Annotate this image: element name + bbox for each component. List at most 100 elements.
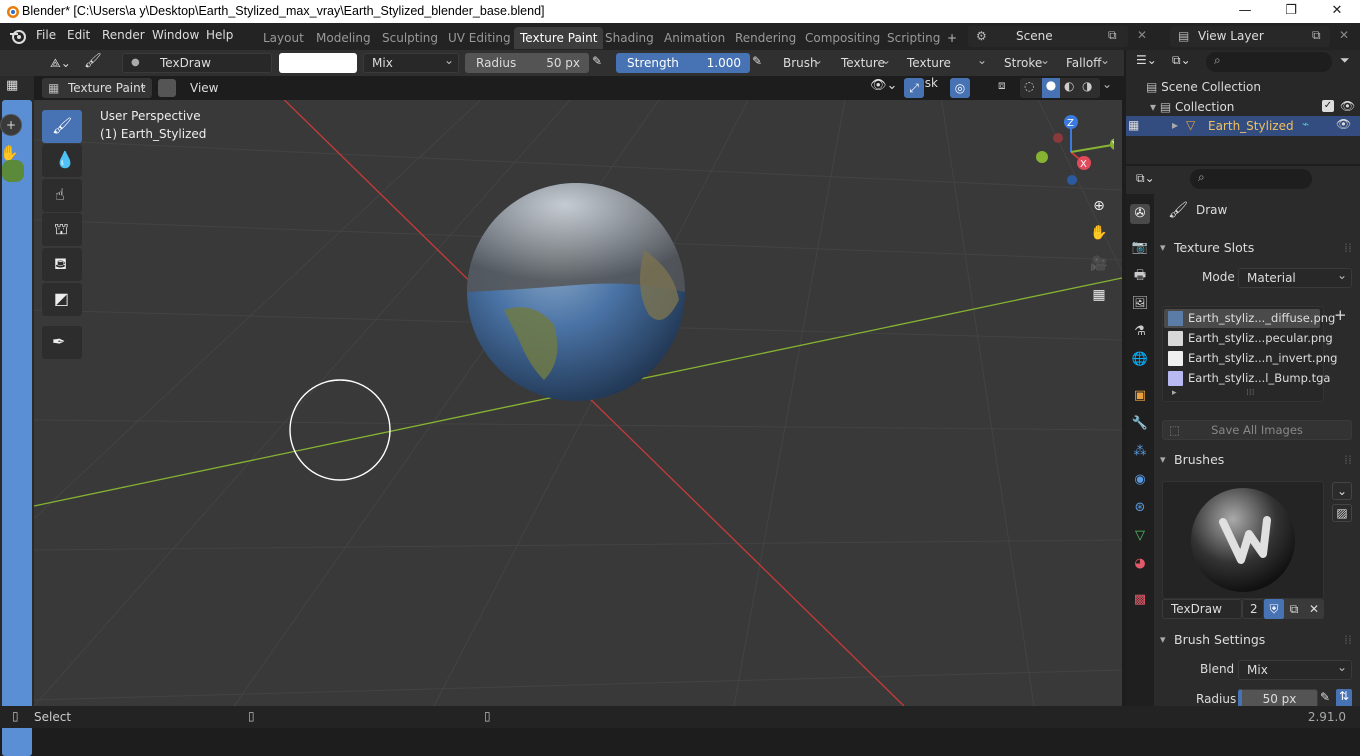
brush-settings-panel-header[interactable]: Brush Settings⁞⁞ — [1156, 629, 1360, 651]
tool-annotate[interactable]: ✒ — [42, 326, 82, 359]
tab-compositing[interactable]: Compositing — [799, 27, 886, 49]
view-menu[interactable]: View — [184, 78, 220, 98]
checker-icon[interactable]: ▦ — [6, 78, 26, 96]
close-button[interactable]: ✕ — [1314, 0, 1360, 23]
tab-sculpting[interactable]: Sculpting — [376, 27, 444, 49]
copy-scene-icon[interactable]: ⧉ — [1108, 28, 1117, 43]
texture-slot-row[interactable]: Earth_styliz..._diffuse.png — [1164, 309, 1335, 328]
pan-view-icon[interactable]: ✋ — [1088, 225, 1110, 247]
radius-slider[interactable]: Radius 50 px — [465, 53, 589, 73]
blender-menu-icon[interactable] — [9, 28, 27, 45]
add-slot-button[interactable]: + — [1334, 306, 1347, 324]
stroke-menu[interactable]: Stroke — [998, 50, 1054, 73]
gizmo-toggle-icon[interactable]: ⤢ — [904, 78, 924, 98]
tool-mask[interactable]: ◩ — [42, 283, 82, 316]
unlink-brush-icon[interactable]: ✕ — [1304, 599, 1324, 619]
brush-image-icon[interactable]: ▨ — [1332, 504, 1352, 522]
tab-texture-paint[interactable]: Texture Paint — [514, 27, 604, 49]
copy-view-layer-icon[interactable]: ⧉ — [1312, 28, 1321, 43]
blend-mode-dropdown[interactable]: Mix — [363, 51, 459, 73]
collection-visibility-icon[interactable]: 👁 — [1340, 99, 1355, 113]
brush-tool-icon[interactable]: 🖌 — [84, 53, 108, 73]
constraints-tab-icon[interactable]: ⊛ — [1130, 498, 1150, 518]
texture-slot-row[interactable]: Earth_styliz...l_Bump.tga — [1164, 369, 1330, 388]
scene-collection-row[interactable]: ▤ Scene Collection — [1146, 80, 1261, 94]
list-expand-icon[interactable]: ▸ — [1172, 388, 1177, 398]
tool-smear[interactable]: ☝ — [42, 179, 82, 212]
tool-fill[interactable]: ⛾ — [42, 248, 82, 281]
paint-mask-toggle[interactable] — [158, 79, 176, 97]
brush-name-input[interactable]: TexDraw — [1162, 599, 1242, 619]
maximize-button[interactable]: ❐ — [1268, 0, 1314, 23]
duplicate-brush-icon[interactable]: ⧉ — [1284, 599, 1304, 619]
collection-row[interactable]: ▾ ▤ Collection ✓ 👁 — [1150, 99, 1356, 114]
wireframe-shading-icon[interactable]: ◌ — [1024, 79, 1034, 93]
tab-shading[interactable]: Shading — [599, 27, 660, 49]
3d-viewport[interactable]: User Perspective (1) Earth_Stylized Z X … — [34, 100, 1122, 706]
modifier-tab-icon[interactable]: 🔧 — [1130, 414, 1150, 434]
camera-view-icon[interactable]: 🎥 — [1088, 256, 1110, 278]
shading-options-icon[interactable]: ⌄ — [1102, 77, 1112, 91]
remove-scene-icon[interactable]: ✕ — [1137, 28, 1147, 42]
brush-name-field[interactable]: ● TexDraw — [122, 53, 272, 73]
world-tab-icon[interactable]: 🌐 — [1130, 350, 1150, 370]
menu-file[interactable]: File — [36, 28, 56, 46]
fake-user-shield-icon[interactable]: ⛨ — [1264, 599, 1284, 619]
render-tab-icon[interactable]: 📷 — [1130, 238, 1150, 258]
visibility-icon[interactable]: 👁⌄ — [870, 78, 897, 93]
physics-tab-icon[interactable]: ◉ — [1130, 470, 1150, 490]
brush-users-count[interactable]: 2 — [1242, 599, 1264, 619]
mode-dropdown[interactable]: ▦ Texture Paint — [42, 75, 152, 98]
texture-tab-icon[interactable]: ▩ — [1130, 590, 1150, 610]
brush-menu[interactable]: Brush — [777, 50, 827, 73]
save-all-images-button[interactable]: ⬚ Save All Images — [1162, 420, 1352, 440]
outliner-search-input[interactable]: ⌕ — [1206, 52, 1332, 72]
object-tab-icon[interactable]: ▣ — [1130, 386, 1150, 406]
display-mode-icon[interactable]: ⧉⌄ — [1172, 53, 1191, 68]
brushes-panel-header[interactable]: Brushes⁞⁞ — [1156, 449, 1360, 471]
tool-soften[interactable]: 💧 — [42, 144, 82, 177]
pressure-radius-icon[interactable]: ✎ — [592, 54, 608, 72]
material-shading-icon[interactable]: ◐ — [1064, 79, 1074, 93]
remove-view-layer-icon[interactable]: ✕ — [1339, 28, 1349, 42]
texture-slots-panel-header[interactable]: Texture Slots⁞⁞ — [1156, 237, 1360, 259]
collection-checkbox[interactable]: ✓ — [1322, 100, 1334, 112]
menu-edit[interactable]: Edit — [67, 28, 90, 46]
overlay-toggle-icon[interactable]: ◎ — [950, 78, 970, 98]
tab-layout[interactable]: Layout — [257, 27, 310, 49]
brush-list-dropdown[interactable]: ⌄ — [1332, 482, 1352, 500]
texture-menu[interactable]: Texture — [835, 50, 895, 73]
strength-slider[interactable]: Strength 1.000 — [616, 53, 750, 73]
list-resize-handle[interactable]: ⁞⁞⁞ — [1246, 388, 1255, 398]
falloff-menu[interactable]: Falloff — [1060, 50, 1114, 73]
properties-search-input[interactable]: ⌕ — [1190, 169, 1312, 189]
texture-mask-menu[interactable]: Texture Mask — [901, 50, 991, 90]
menu-help[interactable]: Help — [206, 28, 233, 46]
zoom-view-icon[interactable]: ⊕ — [1088, 195, 1110, 217]
brush-blend-dropdown[interactable]: Mix — [1238, 658, 1352, 680]
scene-selector[interactable]: ⚙ Scene ⧉ — [968, 26, 1128, 47]
tab-scripting[interactable]: Scripting — [881, 27, 946, 49]
ortho-grid-icon[interactable]: ▦ — [1088, 287, 1110, 309]
particles-tab-icon[interactable]: ⁂ — [1130, 442, 1150, 462]
mode-dropdown[interactable]: Material — [1238, 266, 1352, 288]
solid-shading-icon[interactable]: ● — [1042, 78, 1060, 98]
texture-slot-row[interactable]: Earth_styliz...n_invert.png — [1164, 349, 1337, 368]
add-workspace-button[interactable]: + — [941, 27, 963, 49]
tab-rendering[interactable]: Rendering — [729, 27, 802, 49]
object-visibility-icon[interactable]: 👁 — [1336, 117, 1351, 131]
outliner-editor-icon[interactable]: ☰⌄ — [1136, 53, 1157, 67]
menu-render[interactable]: Render — [102, 28, 145, 46]
data-tab-icon[interactable]: ▽ — [1130, 526, 1150, 546]
menu-window[interactable]: Window — [152, 28, 199, 46]
navigation-gizmo[interactable]: Z X Y — [1034, 112, 1114, 192]
output-tab-icon[interactable]: 🖶 — [1130, 266, 1150, 286]
material-tab-icon[interactable]: ◕ — [1130, 554, 1150, 574]
zoom-icon[interactable]: + — [0, 114, 22, 136]
scene-tab-icon[interactable]: ⚗ — [1130, 322, 1150, 342]
tab-modeling[interactable]: Modeling — [310, 27, 377, 49]
pressure-strength-icon[interactable]: ✎ — [752, 54, 768, 72]
minimize-button[interactable]: — — [1222, 0, 1268, 23]
rendered-shading-icon[interactable]: ◑ — [1082, 79, 1092, 93]
tool-draw[interactable]: 🖌 — [42, 110, 82, 143]
